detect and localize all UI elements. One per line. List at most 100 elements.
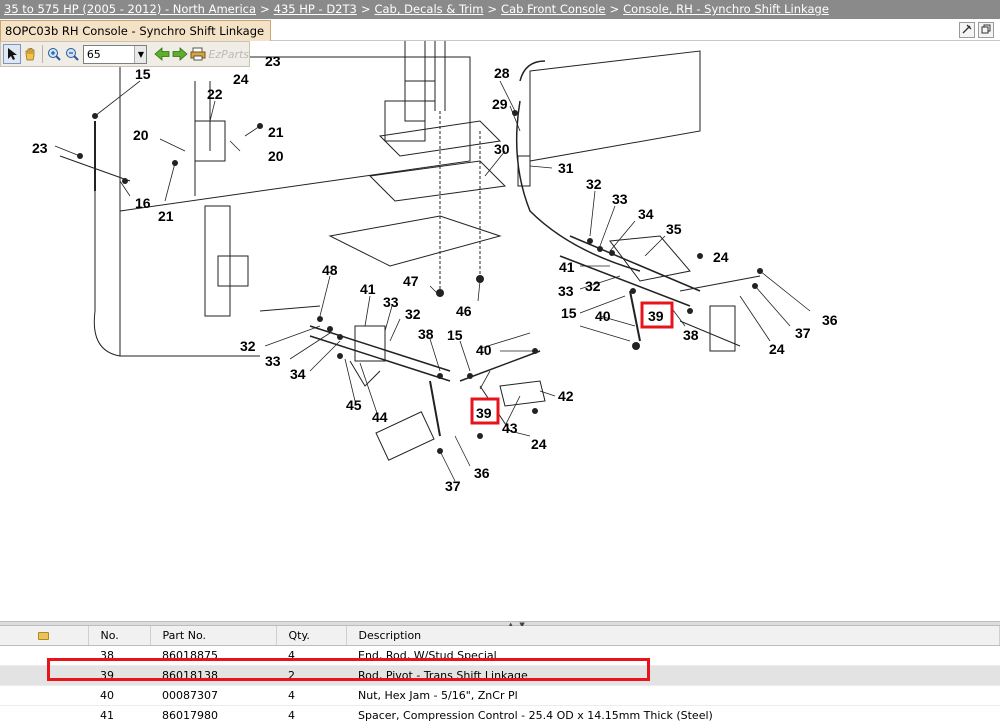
diagram-rod [629,290,641,342]
cell-qty: 4 [276,705,346,725]
restore-icon[interactable] [978,22,994,38]
zoom-out-icon[interactable] [63,44,81,64]
diagram-fastener [587,238,593,244]
cell-no: 39 [88,665,150,686]
column-header-part-no[interactable]: Part No. [150,626,277,646]
diagram-fastener [467,373,473,379]
callout-label: 15 [447,327,463,343]
forward-arrow-icon[interactable] [171,44,189,64]
diagram-fastener [687,308,693,314]
callout-label: 21 [268,124,284,140]
callout-label: 20 [133,127,149,143]
callout-label: 33 [383,294,399,310]
diagram-cable [93,310,260,357]
breadcrumb-link-model[interactable]: 435 HP - D2T3 [274,2,357,16]
diagram-column [434,41,446,111]
callout-label: 31 [558,160,574,176]
highlighted-callout[interactable]: 39 [470,397,500,425]
table-row[interactable]: 38 86018875 4 End, Rod, W/Stud Special [0,645,1000,666]
pin-icon[interactable] [959,22,975,38]
parts-table: No. Part No. Qty. Description 38 8601887… [0,626,1000,725]
table-row[interactable]: 40 00087307 4 Nut, Hex Jam - 5/16", ZnCr… [0,685,1000,706]
parts-list: No. Part No. Qty. Description 38 8601887… [0,626,1000,725]
zoom-in-icon[interactable] [46,44,64,64]
callout-label: 24 [713,249,729,265]
diagram-fastener [92,113,98,119]
diagram-plate [328,215,502,267]
cell-no: 41 [88,705,150,725]
diagram-fastener [757,268,763,274]
diagram-bracket [499,380,546,407]
diagram-line [259,305,321,312]
callout-label: 38 [683,327,699,343]
cell-description: End, Rod, W/Stud Special [346,645,1000,666]
callout-label: 45 [346,397,362,413]
callout-label: 42 [558,388,574,404]
row-icon-cell [0,685,88,706]
callout-label: 38 [418,326,434,342]
callout-label-highlighted: 39 [648,308,664,324]
zoom-select[interactable]: 65 ▼ [82,44,148,64]
breadcrumb-link-page[interactable]: Console, RH - Synchro Shift Linkage [623,2,829,16]
table-row-selected[interactable]: 39 86018138 2 Rod, Pivot - Trans Shift L… [0,665,1000,686]
diagram-fastener [697,253,703,259]
select-arrow-icon[interactable] [3,44,22,64]
callout-label: 23 [265,53,281,69]
callout-label: 43 [502,420,518,436]
column-header-description[interactable]: Description [346,626,1000,646]
toolbar-separator [41,45,43,63]
callout-label: 30 [494,141,510,157]
table-header-row: No. Part No. Qty. Description [0,626,1000,646]
cell-qty: 4 [276,685,346,706]
diagram-bracket [404,80,436,102]
row-icon-cell [0,665,88,686]
diagram-fastener [609,250,615,256]
diagram-fastener [752,283,758,289]
diagram-fastener [597,246,603,252]
callout-label: 33 [612,191,628,207]
breadcrumb-link-section[interactable]: Cab, Decals & Trim [374,2,483,16]
callout-label: 28 [494,65,510,81]
cell-description: Rod, Pivot - Trans Shift Linkage [346,665,1000,686]
pan-hand-icon[interactable] [21,44,39,64]
breadcrumb-link-model-range[interactable]: 35 to 575 HP (2005 - 2012) - North Ameri… [4,2,256,16]
viewer-tab[interactable]: 8OPC03b RH Console - Synchro Shift Linka… [0,20,272,41]
column-header-icon[interactable] [0,626,89,646]
callout-label: 24 [769,341,785,357]
breadcrumb-separator: > [360,2,371,16]
column-header-no[interactable]: No. [88,626,151,646]
callout-label: 32 [586,176,602,192]
callout-label: 20 [268,148,284,164]
diagram-fastener [327,326,333,332]
diagram-panel [529,50,701,162]
diagram-rod [309,335,451,382]
print-icon[interactable] [189,44,207,64]
diagram-fastener [532,408,538,414]
diagram-bracket [349,360,381,387]
breadcrumb-link-group[interactable]: Cab Front Console [501,2,605,16]
callout-label: 21 [158,208,174,224]
callout-label: 16 [135,195,151,211]
chevron-down-icon[interactable]: ▼ [134,45,147,63]
diagram-panel [119,56,471,212]
table-row[interactable]: 41 86017980 4 Spacer, Compression Contro… [0,705,1000,725]
cell-part-no: 86018138 [150,665,276,686]
callout-label: 41 [559,259,575,275]
highlighted-callout[interactable]: 39 [640,301,674,329]
breadcrumb: 35 to 575 HP (2005 - 2012) - North Ameri… [0,0,1000,19]
column-header-qty[interactable]: Qty. [276,626,347,646]
callout-label: 33 [558,283,574,299]
callout-label: 33 [265,353,281,369]
zoom-value: 65 [86,47,101,61]
callout-label: 40 [595,308,611,324]
breadcrumb-separator: > [609,2,620,16]
cell-qty: 2 [276,665,346,686]
diagram-fastener [476,275,484,283]
diagram-fastener [172,160,178,166]
callout-label: 47 [403,273,419,289]
diagram-fastener [337,334,343,340]
callout-label: 34 [290,366,306,382]
callout-label: 24 [233,71,249,87]
parts-diagram[interactable]: 15 24 23 22 20 21 20 23 16 21 28 29 30 3… [0,41,1000,621]
back-arrow-icon[interactable] [153,44,171,64]
